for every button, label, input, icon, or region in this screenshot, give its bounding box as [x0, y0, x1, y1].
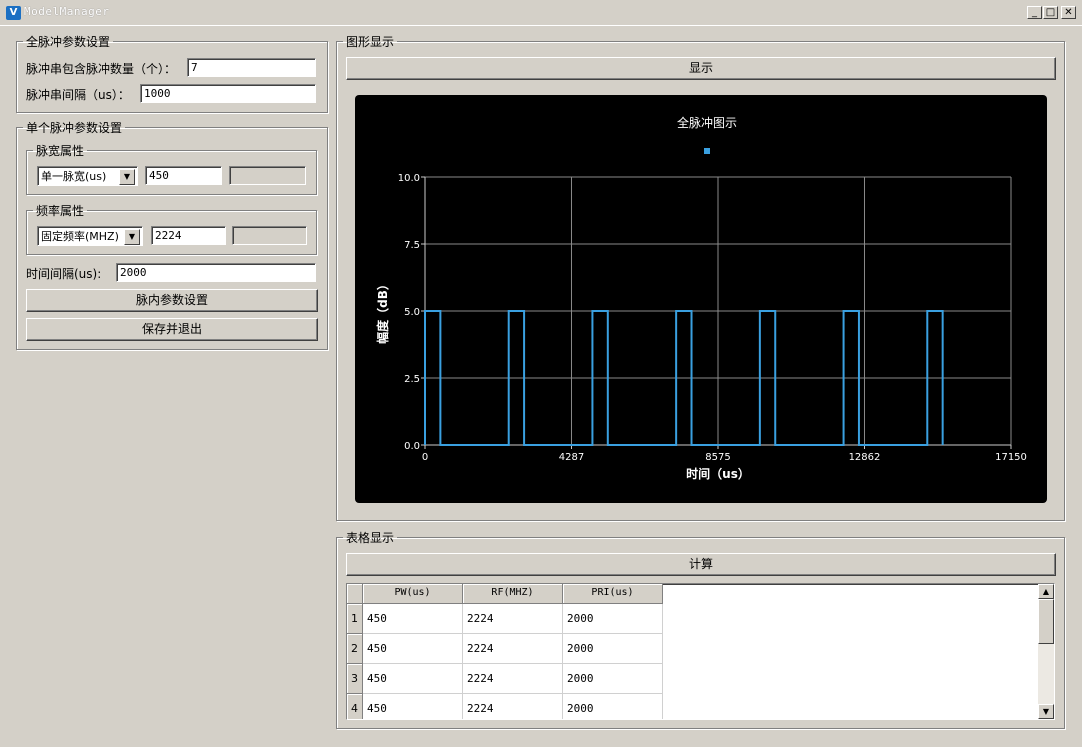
calculate-button[interactable]: 计算 [346, 553, 1056, 576]
row-header[interactable]: 2 [347, 634, 363, 664]
time-interval-label: 时间间隔(us): [26, 267, 102, 281]
row-header[interactable]: 1 [347, 604, 363, 634]
table-cell[interactable]: 2224 [463, 634, 563, 664]
chart-panel: 全脉冲图示 0 4287 8575 12862 17150 0.0 2.5 5.0 7.5 10.0… [355, 95, 1047, 503]
title-bar: V ModelManager _ □ ✕ [0, 0, 1082, 26]
intra-pulse-settings-button[interactable]: 脉内参数设置 [26, 289, 318, 312]
y-tick-label: 2.5 [404, 374, 420, 385]
table-cell[interactable]: 2224 [463, 694, 563, 719]
y-tick-label: 5.0 [404, 307, 420, 318]
chevron-down-icon[interactable]: ▼ [119, 169, 135, 185]
column-header[interactable]: RF(MHZ) [463, 584, 563, 604]
scroll-down-icon[interactable]: ▼ [1038, 704, 1054, 719]
table-cell[interactable]: 2224 [463, 604, 563, 634]
pulse-count-label: 脉冲串包含脉冲数量（个）： [26, 62, 177, 76]
y-tick-label: 7.5 [404, 240, 420, 251]
y-axis-label: 幅度（dB） [375, 278, 390, 344]
x-tick-label: 12862 [849, 452, 881, 463]
row-header[interactable]: 4 [347, 694, 363, 719]
pulse-width-legend: 脉宽属性 [36, 144, 85, 158]
frequency-extra-input [232, 226, 307, 245]
results-table: PW(us) RF(MHZ) PRI(us) 1 450 2224 2000 2… [346, 583, 1055, 720]
pulse-width-extra-input [229, 166, 306, 185]
scroll-up-icon[interactable]: ▲ [1038, 584, 1054, 599]
graph-legend: 图形显示 [346, 35, 395, 49]
table-cell[interactable]: 2224 [463, 664, 563, 694]
legend-marker [704, 148, 710, 154]
x-axis-label: 时间（us） [686, 466, 750, 481]
table-corner [347, 584, 363, 604]
y-tick-label: 0.0 [404, 441, 420, 452]
table-legend: 表格显示 [346, 531, 395, 545]
pulse-interval-input[interactable]: 1000 [140, 84, 316, 103]
show-button[interactable]: 显示 [346, 57, 1056, 80]
pulse-width-input[interactable]: 450 [145, 166, 222, 185]
pulse-interval-label: 脉冲串间隔（us）： [26, 88, 130, 102]
close-button[interactable]: ✕ [1061, 6, 1076, 19]
scrollbar-thumb[interactable] [1038, 599, 1054, 644]
y-tick-label: 10.0 [398, 173, 420, 184]
frequency-legend: 频率属性 [36, 204, 85, 218]
table-cell[interactable]: 2000 [563, 604, 663, 634]
pulse-count-input[interactable]: 7 [187, 58, 316, 77]
pulse-width-mode-select[interactable]: 单一脉宽(us) ▼ [37, 166, 138, 186]
x-tick-label: 17150 [995, 452, 1027, 463]
x-tick-label: 4287 [559, 452, 584, 463]
x-tick-label: 8575 [705, 452, 730, 463]
frequency-mode-select[interactable]: 固定频率(MHZ) ▼ [37, 226, 143, 246]
full-pulse-legend: 全脉冲参数设置 [26, 35, 111, 49]
chevron-down-icon[interactable]: ▼ [124, 229, 140, 245]
frequency-mode-value: 固定频率(MHZ) [41, 230, 119, 243]
column-header[interactable]: PRI(us) [563, 584, 663, 604]
row-header[interactable]: 3 [347, 664, 363, 694]
table-cell[interactable]: 450 [363, 604, 463, 634]
pulse-chart: 全脉冲图示 0 4287 8575 12862 17150 0.0 2.5 5.0 7.5 10.0… [375, 115, 1027, 481]
maximize-button[interactable]: □ [1043, 6, 1058, 19]
table-cell[interactable]: 2000 [563, 664, 663, 694]
chart-title: 全脉冲图示 [677, 115, 737, 130]
table-cell[interactable]: 450 [363, 634, 463, 664]
table-cell[interactable]: 2000 [563, 634, 663, 664]
single-pulse-legend: 单个脉冲参数设置 [26, 121, 123, 135]
pulse-width-mode-value: 单一脉宽(us) [41, 170, 107, 183]
frequency-input[interactable]: 2224 [151, 226, 226, 245]
time-interval-input[interactable]: 2000 [116, 263, 316, 282]
table-cell[interactable]: 2000 [563, 694, 663, 719]
app-icon: V [6, 6, 21, 20]
table-cell[interactable]: 450 [363, 694, 463, 719]
table-cell[interactable]: 450 [363, 664, 463, 694]
x-tick-label: 0 [422, 452, 428, 463]
column-header[interactable]: PW(us) [363, 584, 463, 604]
minimize-button[interactable]: _ [1027, 6, 1042, 19]
vertical-scrollbar[interactable]: ▲ ▼ [1038, 584, 1054, 719]
window-title: ModelManager [24, 5, 110, 18]
save-and-exit-button[interactable]: 保存并退出 [26, 318, 318, 341]
